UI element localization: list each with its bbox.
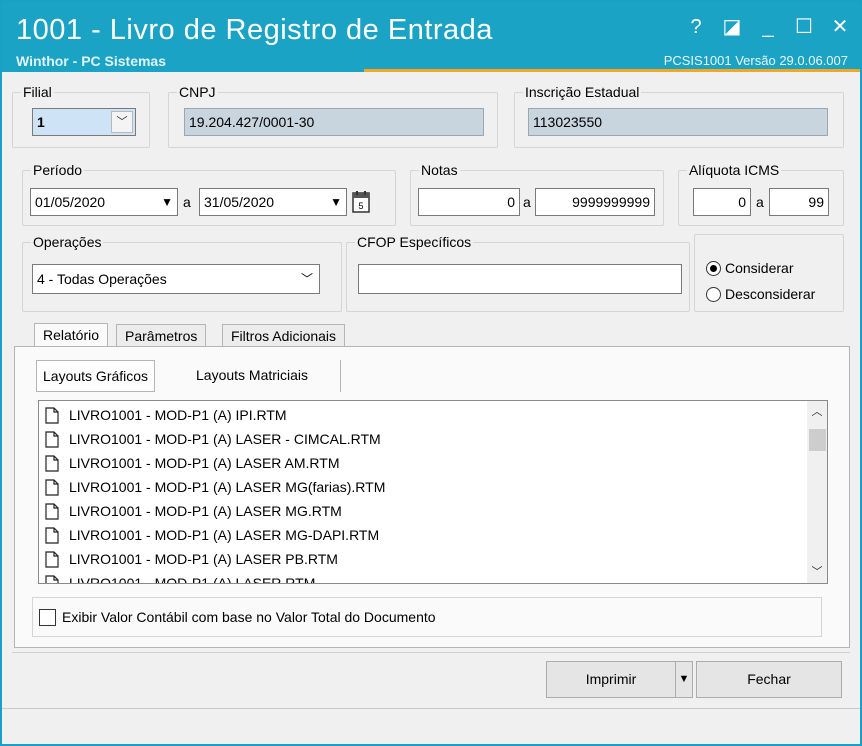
list-item[interactable]: LIVRO1001 - MOD-P1 (A) LASER MG-DAPI.RTM: [45, 523, 379, 547]
list-item[interactable]: LIVRO1001 - MOD-P1 (A) LASER MG(farias).…: [45, 475, 385, 499]
radio-unchecked-icon[interactable]: [706, 286, 721, 302]
periodo-end-field[interactable]: 31/05/2020 ▼: [199, 188, 347, 216]
calendar-icon[interactable]: 5: [352, 190, 372, 214]
desconsiderar-radio[interactable]: Desconsiderar: [706, 286, 815, 302]
periodo-start-value: 01/05/2020: [35, 194, 106, 210]
file-icon: [45, 454, 59, 472]
print-button[interactable]: Imprimir: [546, 661, 676, 698]
scroll-thumb[interactable]: [809, 429, 826, 451]
periodo-separator: a: [183, 194, 191, 210]
layout-list[interactable]: LIVRO1001 - MOD-P1 (A) IPI.RTM LIVRO1001 …: [38, 400, 828, 584]
aliquota-label: Alíquota ICMS: [689, 162, 780, 178]
title-bar[interactable]: 1001 - Livro de Registro de Entrada Wint…: [2, 2, 860, 72]
file-icon: [45, 406, 59, 424]
list-item-label: LIVRO1001 - MOD-P1 (A) LASER MG.RTM: [69, 503, 342, 519]
notas-start-field[interactable]: 0: [418, 188, 520, 216]
file-icon: [45, 430, 59, 448]
radio-checked-icon[interactable]: [706, 260, 721, 276]
tab-parametros[interactable]: Parâmetros: [116, 324, 207, 348]
aliquota-end-field[interactable]: 99: [769, 188, 829, 216]
list-item-label: LIVRO1001 - MOD-P1 (A) LASER PB.RTM: [69, 551, 338, 567]
tab-filtros-adicionais[interactable]: Filtros Adicionais: [222, 324, 346, 348]
valor-contabil-label: Exibir Valor Contábil com base no Valor …: [62, 609, 436, 625]
list-item-label: LIVRO1001 - MOD-P1 (A) LASER.RTM: [69, 575, 316, 584]
chevron-down-icon[interactable]: ﹀: [301, 265, 313, 293]
minimize-icon[interactable]: _: [758, 16, 778, 38]
close-button-label: Fechar: [747, 671, 791, 687]
subtab-divider: [340, 360, 341, 392]
print-button-label: Imprimir: [585, 671, 637, 687]
dropdown-arrow-icon[interactable]: ▼: [161, 189, 173, 215]
cnpj-field: 19.204.427/0001-30: [184, 108, 484, 136]
aliquota-separator: a: [756, 194, 764, 210]
filial-combo[interactable]: 1 ﹀: [32, 108, 136, 136]
cnpj-label: CNPJ: [179, 84, 216, 100]
chevron-down-icon[interactable]: ﹀: [111, 111, 133, 133]
desconsiderar-label: Desconsiderar: [725, 286, 816, 302]
inscricao-label: Inscrição Estadual: [525, 84, 640, 100]
list-item-label: LIVRO1001 - MOD-P1 (A) IPI.RTM: [69, 407, 287, 423]
filial-label: Filial: [23, 84, 52, 100]
list-item-label: LIVRO1001 - MOD-P1 (A) LASER - CIMCAL.RT…: [69, 431, 381, 447]
file-icon: [45, 574, 59, 583]
notas-separator: a: [523, 194, 531, 210]
periodo-label: Período: [33, 162, 83, 178]
status-bar: [2, 708, 860, 744]
periodo-start-field[interactable]: 01/05/2020 ▼: [30, 188, 178, 216]
file-icon: [45, 550, 59, 568]
list-item-label: LIVRO1001 - MOD-P1 (A) LASER MG-DAPI.RTM: [69, 527, 380, 543]
list-item[interactable]: LIVRO1001 - MOD-P1 (A) LASER.RTM: [45, 571, 316, 584]
dropdown-arrow-icon[interactable]: ▼: [330, 189, 342, 215]
scroll-down-icon[interactable]: ﹀: [807, 561, 827, 583]
notas-end-field[interactable]: 9999999999: [535, 188, 655, 216]
operacoes-select[interactable]: 4 - Todas Operações ﹀: [32, 264, 320, 294]
file-icon: [45, 502, 59, 520]
list-scrollbar[interactable]: ︿ ﹀: [807, 401, 827, 583]
svg-text:5: 5: [358, 201, 363, 211]
list-item-label: LIVRO1001 - MOD-P1 (A) LASER AM.RTM: [69, 455, 340, 471]
help-icon[interactable]: ?: [686, 16, 706, 38]
accent-line: [364, 69, 860, 72]
aliquota-start-field[interactable]: 0: [693, 188, 751, 216]
scroll-up-icon[interactable]: ︿: [807, 401, 827, 423]
main-window: 1001 - Livro de Registro de Entrada Wint…: [0, 0, 862, 746]
cfop-label: CFOP Específicos: [357, 234, 472, 250]
considerar-label: Considerar: [725, 260, 794, 276]
window-subtitle: Winthor - PC Sistemas: [16, 53, 167, 69]
maximize-icon[interactable]: ☐: [794, 16, 814, 38]
list-item[interactable]: LIVRO1001 - MOD-P1 (A) IPI.RTM: [45, 403, 287, 427]
inscricao-field: 113023550: [528, 108, 828, 136]
file-icon: [45, 526, 59, 544]
print-options-button[interactable]: ▼: [675, 661, 693, 698]
considerar-radio[interactable]: Considerar: [706, 260, 793, 276]
list-item[interactable]: LIVRO1001 - MOD-P1 (A) LASER PB.RTM: [45, 547, 338, 571]
list-item[interactable]: LIVRO1001 - MOD-P1 (A) LASER - CIMCAL.RT…: [45, 427, 381, 451]
operacoes-value: 4 - Todas Operações: [37, 271, 167, 287]
cfop-input[interactable]: [358, 264, 682, 294]
list-item[interactable]: LIVRO1001 - MOD-P1 (A) LASER AM.RTM: [45, 451, 339, 475]
version-label: PCSIS1001 Versão 29.0.06.007: [663, 53, 848, 68]
valor-contabil-option[interactable]: Exibir Valor Contábil com base no Valor …: [32, 597, 822, 637]
dropdown-arrow-icon[interactable]: ▼: [679, 673, 690, 685]
close-icon[interactable]: ✕: [830, 16, 850, 38]
subtab-layouts-graficos[interactable]: Layouts Gráficos: [36, 360, 156, 392]
file-icon: [45, 478, 59, 496]
notas-label: Notas: [421, 162, 458, 178]
list-item-label: LIVRO1001 - MOD-P1 (A) LASER MG(farias).…: [69, 479, 386, 495]
checkbox-unchecked-icon[interactable]: [39, 608, 56, 626]
list-item[interactable]: LIVRO1001 - MOD-P1 (A) LASER MG.RTM: [45, 499, 342, 523]
close-button[interactable]: Fechar: [696, 661, 842, 698]
window-title: 1001 - Livro de Registro de Entrada: [16, 14, 493, 46]
subtab-layouts-matriciais[interactable]: Layouts Matriciais: [190, 360, 314, 392]
periodo-end-value: 31/05/2020: [204, 194, 275, 210]
operacoes-label: Operações: [33, 234, 102, 250]
filial-value: 1: [37, 114, 45, 130]
restore-icon[interactable]: ◪: [722, 16, 742, 38]
